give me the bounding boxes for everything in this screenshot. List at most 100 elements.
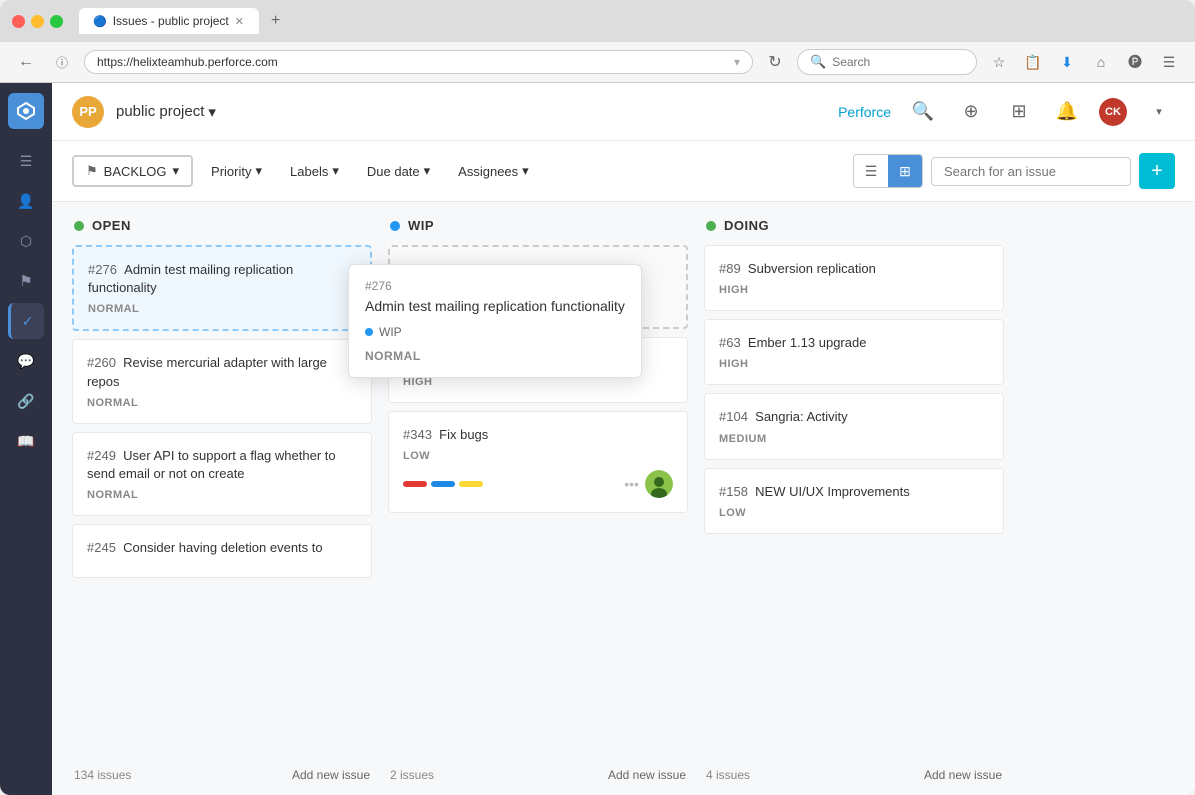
project-dropdown-icon: ▾ [208, 103, 216, 121]
wip-status-dot [390, 221, 400, 231]
backlog-chevron: ▾ [173, 163, 180, 179]
wip-add-issue-link[interactable]: Add new issue [608, 768, 686, 782]
card-343[interactable]: #343 Fix bugs LOW ••• [388, 411, 688, 513]
home-icon[interactable]: ⌂ [1087, 48, 1115, 76]
card-104[interactable]: #104 Sangria: Activity MEDIUM [704, 393, 1004, 459]
card-249[interactable]: #249 User API to support a flag whether … [72, 432, 372, 516]
card-343-options[interactable]: ••• [624, 476, 639, 492]
labels-label: Labels [290, 164, 328, 179]
kanban-column-doing: DOING #89 Subversion replication HIGH #6… [704, 218, 1004, 782]
card-24-priority: HIGH [403, 376, 673, 388]
browser-search-input[interactable] [832, 55, 952, 69]
sidebar-item-docs[interactable]: 📖 [8, 423, 44, 459]
labels-chevron-icon: ▾ [332, 163, 339, 179]
sidebar-item-chat[interactable]: 💬 [8, 343, 44, 379]
add-issue-button[interactable]: + [1139, 153, 1175, 189]
card-158[interactable]: #158 NEW UI/UX Improvements LOW [704, 468, 1004, 534]
column-header-wip: WIP [388, 218, 688, 233]
new-tab-button[interactable]: + [271, 12, 280, 30]
browser-tab[interactable]: 🔵 Issues - public project ✕ [79, 8, 259, 34]
project-name-text: public project [116, 103, 204, 120]
sidebar-logo[interactable] [8, 93, 44, 129]
backlog-button[interactable]: ⚑ BACKLOG ▾ [72, 155, 193, 187]
card-63[interactable]: #63 Ember 1.13 upgrade HIGH [704, 319, 1004, 385]
address-bar[interactable]: https://helixteamhub.perforce.com ▾ [84, 50, 753, 74]
main-content: PP public project ▾ Perforce 🔍 ⊕ ⊞ 🔔 CK … [52, 83, 1195, 795]
issue-search-input[interactable] [931, 157, 1131, 186]
download-icon[interactable]: ⬇ [1053, 48, 1081, 76]
priority-filter-button[interactable]: Priority ▾ [201, 157, 272, 185]
due-date-filter-button[interactable]: Due date ▾ [357, 157, 440, 185]
traffic-light-minimize[interactable] [31, 15, 44, 28]
card-343-footer: ••• [403, 470, 673, 498]
doing-status-dot [706, 221, 716, 231]
column-header-open: OPEN [72, 218, 372, 233]
project-name-button[interactable]: public project ▾ [116, 103, 216, 121]
url-text: https://helixteamhub.perforce.com [97, 55, 278, 69]
open-column-cards: #276 Admin test mailing replication func… [72, 245, 372, 760]
card-276-title: #276 Admin test mailing replication func… [88, 261, 356, 297]
card-343-actions: ••• [624, 470, 673, 498]
screenshot-icon[interactable]: 📋 [1019, 48, 1047, 76]
list-view-button[interactable]: ☰ [854, 155, 888, 187]
sidebar-item-flag[interactable]: ⚑ [8, 263, 44, 299]
assignees-filter-button[interactable]: Assignees ▾ [448, 157, 539, 185]
sidebar-item-menu[interactable]: ☰ [8, 143, 44, 179]
pocket-icon[interactable]: 🅟 [1121, 48, 1149, 76]
bookmark-icon[interactable]: ☆ [985, 48, 1013, 76]
wip-issues-count: 2 issues [390, 768, 434, 782]
sidebar-item-links[interactable]: 🔗 [8, 383, 44, 419]
browser-frame: 🔵 Issues - public project ✕ + ← ⓘ https:… [0, 0, 1195, 795]
dropdown-priority-label: NORMAL [365, 349, 625, 363]
doing-add-issue-link[interactable]: Add new issue [924, 768, 1002, 782]
open-add-issue-link[interactable]: Add new issue [292, 768, 370, 782]
menu-icon[interactable]: ☰ [1155, 48, 1183, 76]
header-user-dropdown[interactable]: ▾ [1143, 96, 1175, 128]
card-249-title: #249 User API to support a flag whether … [87, 447, 357, 483]
kanban-column-open: OPEN #276 Admin test mailing replication… [72, 218, 372, 782]
app-header: PP public project ▾ Perforce 🔍 ⊕ ⊞ 🔔 CK … [52, 83, 1195, 141]
labels-filter-button[interactable]: Labels ▾ [280, 157, 349, 185]
traffic-light-maximize[interactable] [50, 15, 63, 28]
user-avatar[interactable]: CK [1099, 98, 1127, 126]
reload-button[interactable]: ↻ [761, 48, 789, 76]
sidebar-item-users[interactable]: 👤 [8, 183, 44, 219]
card-260[interactable]: #260 Revise mercurial adapter with large… [72, 339, 372, 423]
header-grid-button[interactable]: ⊞ [1003, 96, 1035, 128]
filters-right: ☰ ⊞ + [853, 153, 1175, 189]
tab-close-icon[interactable]: ✕ [235, 15, 244, 28]
wip-column-cards: #24 Shared bots UIs HIGH #343 Fix bugs L… [388, 337, 688, 760]
browser-search-bar[interactable]: 🔍 [797, 49, 977, 75]
card-158-title: #158 NEW UI/UX Improvements [719, 483, 989, 501]
add-issue-icon: + [1151, 160, 1163, 183]
back-button[interactable]: ← [12, 48, 40, 76]
card-104-priority: MEDIUM [719, 433, 989, 445]
header-add-button[interactable]: ⊕ [955, 96, 987, 128]
project-avatar: PP [72, 96, 104, 128]
dropdown-issue-title: Admin test mailing replication functiona… [365, 297, 625, 317]
card-343-avatar [645, 470, 673, 498]
traffic-light-close[interactable] [12, 15, 25, 28]
header-bell-button[interactable]: 🔔 [1051, 96, 1083, 128]
grid-view-button[interactable]: ⊞ [888, 155, 922, 187]
perforce-link[interactable]: Perforce [838, 104, 891, 120]
due-date-chevron-icon: ▾ [424, 163, 431, 179]
priority-dropdown[interactable]: #276 Admin test mailing replication func… [348, 264, 642, 378]
tag-red [403, 481, 427, 487]
assignees-label: Assignees [458, 164, 518, 179]
card-63-priority: HIGH [719, 358, 989, 370]
header-search-button[interactable]: 🔍 [907, 96, 939, 128]
wip-column-footer: 2 issues Add new issue [388, 760, 688, 782]
backlog-label: BACKLOG [104, 164, 167, 179]
doing-column-cards: #89 Subversion replication HIGH #63 Embe… [704, 245, 1004, 760]
card-89[interactable]: #89 Subversion replication HIGH [704, 245, 1004, 311]
assignees-chevron-icon: ▾ [522, 163, 529, 179]
app-wrapper: ☰ 👤 ⬡ ⚑ ✓ 💬 🔗 📖 PP public project ▾ Per [0, 83, 1195, 795]
sidebar-item-issues[interactable]: ✓ [8, 303, 44, 339]
card-276[interactable]: #276 Admin test mailing replication func… [72, 245, 372, 331]
card-245[interactable]: #245 Consider having deletion events to [72, 524, 372, 578]
sidebar-item-database[interactable]: ⬡ [8, 223, 44, 259]
priority-label: Priority [211, 164, 251, 179]
card-245-title: #245 Consider having deletion events to [87, 539, 357, 557]
info-button[interactable]: ⓘ [48, 48, 76, 76]
